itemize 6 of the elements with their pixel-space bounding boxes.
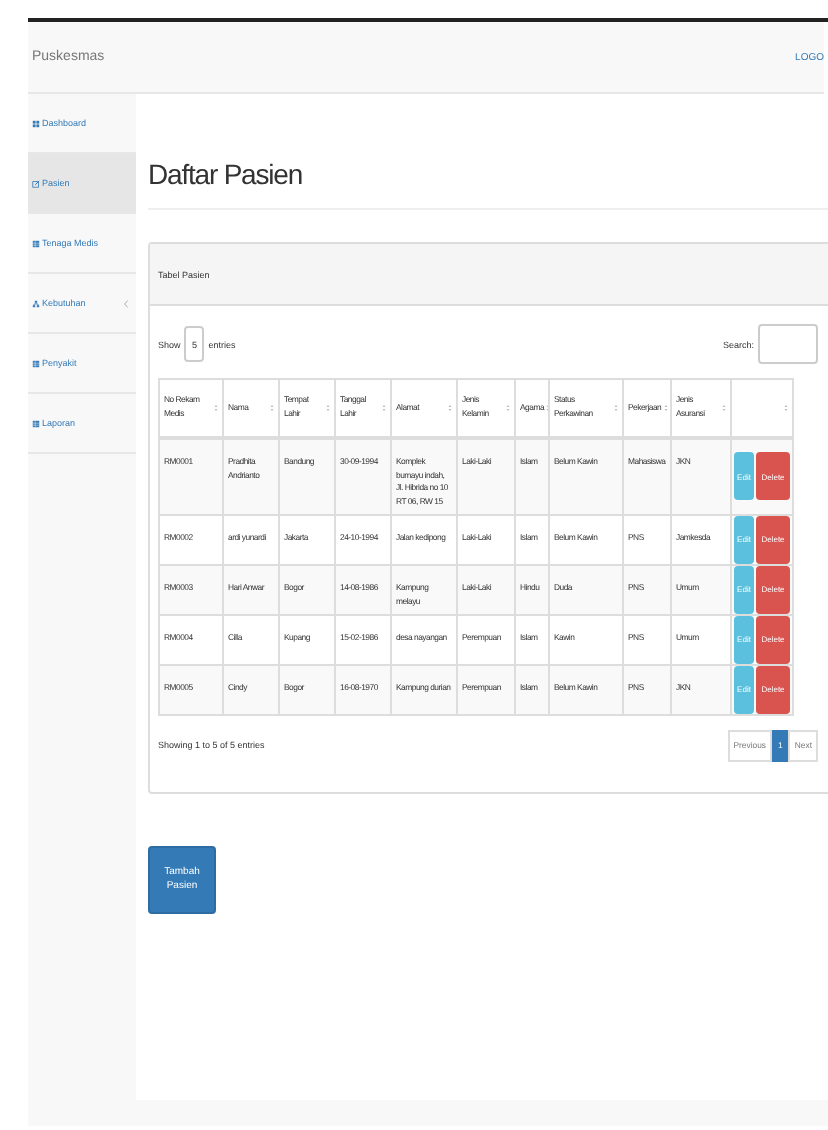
search-field[interactable] bbox=[758, 324, 818, 364]
sort-icon bbox=[663, 404, 668, 412]
dashboard-icon bbox=[32, 119, 40, 127]
sitemap-icon bbox=[32, 299, 40, 307]
edit-icon bbox=[32, 179, 40, 187]
page-title: Daftar Pasien bbox=[148, 158, 305, 190]
